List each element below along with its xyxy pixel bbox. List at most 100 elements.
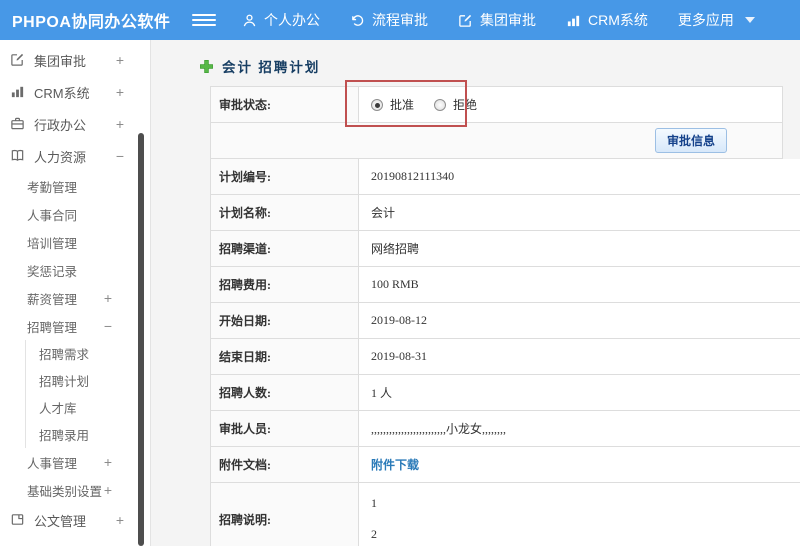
page: PHPOA协同办公软件 个人办公 流程审批 集团审批 CRM系统 更多应用 集团… — [0, 0, 800, 546]
sidebar-item-recruitment-demand[interactable]: 招聘需求 — [25, 340, 150, 367]
expand-toggle[interactable]: + — [104, 454, 112, 470]
nav-more-apps[interactable]: 更多应用 — [678, 10, 755, 30]
radio-approve-label: 批准 — [390, 98, 415, 112]
app-title: PHPOA协同办公软件 — [12, 14, 171, 31]
approval-info-button[interactable]: 审批信息 — [654, 128, 727, 153]
edit-square-icon — [10, 52, 26, 68]
radio-reject[interactable]: 拒绝 — [434, 96, 477, 113]
approval-button-row: 审批信息 — [210, 122, 783, 159]
sidebar-item-hr-contract[interactable]: 人事合同 — [0, 200, 150, 228]
user-icon — [242, 13, 257, 28]
sidebar-scrollbar[interactable] — [138, 133, 144, 546]
field-value: 会计 — [358, 194, 800, 231]
sidebar-item-document-mgmt[interactable]: 公文管理 + — [0, 504, 150, 536]
sidebar-item-talent-pool[interactable]: 人才库 — [25, 394, 150, 421]
top-navigation: 个人办公 流程审批 集团审批 CRM系统 更多应用 — [242, 10, 755, 30]
sidebar-item-label: 基础类别设置 — [27, 484, 103, 499]
sidebar-item-attendance-mgmt[interactable]: 考勤管理 — [0, 172, 150, 200]
sidebar-item-reward-punishment[interactable]: 奖惩记录 — [0, 256, 150, 284]
nav-group-approval[interactable]: 集团审批 — [458, 10, 536, 30]
field-label: 计划名称: — [210, 194, 359, 231]
radio-approve-circle[interactable] — [371, 98, 383, 111]
sidebar-item-personnel-mgmt[interactable]: 人事管理 + — [0, 448, 150, 476]
expand-toggle[interactable]: + — [116, 512, 124, 528]
main-content: 会计 招聘计划 审批状态: 批准 拒绝 审批信息 计划编号: 201908121… — [150, 40, 800, 546]
sidebar-item-base-category-settings[interactable]: 基础类别设置 + — [0, 476, 150, 504]
field-label: 招聘人数: — [210, 374, 359, 411]
field-label: 招聘渠道: — [210, 230, 359, 267]
field-label: 计划编号: — [210, 159, 359, 195]
radio-selected-dot — [375, 102, 380, 108]
sidebar-item-recruitment-mgmt[interactable]: 招聘管理 − — [0, 312, 150, 340]
nav-personal-office[interactable]: 个人办公 — [242, 10, 320, 30]
description-line: 1 — [371, 495, 377, 510]
field-label: 附件文档: — [210, 446, 359, 483]
expand-toggle[interactable]: + — [116, 116, 124, 132]
sidebar-item-label: 考勤管理 — [27, 180, 78, 195]
approval-button-cell: 审批信息 — [210, 122, 783, 159]
sidebar-item-group-approval[interactable]: 集团审批 + — [0, 44, 150, 76]
page-title-row: 会计 招聘计划 — [199, 56, 800, 76]
briefcase-icon — [10, 116, 26, 132]
recruitment-plan-detail-table: 计划编号: 20190812111340 计划名称: 会计 招聘渠道: 网络招聘… — [210, 159, 800, 546]
field-row-approvers: 审批人员: ,,,,,,,,,,,,,,,,,,,,,,,,,小龙女,,,,,,… — [210, 410, 800, 447]
approval-status-row: 审批状态: 批准 拒绝 — [210, 86, 783, 123]
sidebar-item-human-resources[interactable]: 人力资源 − — [0, 140, 150, 172]
sidebar-item-training-mgmt[interactable]: 培训管理 — [0, 228, 150, 256]
expand-toggle[interactable]: − — [104, 318, 112, 334]
page-title: 会计 招聘计划 — [222, 60, 321, 75]
sidebar-item-recruitment-plan[interactable]: 招聘计划 — [25, 367, 150, 394]
field-label: 结束日期: — [210, 338, 359, 375]
sidebar-item-label: 用车管理 — [34, 543, 86, 546]
expand-toggle[interactable]: + — [116, 52, 124, 68]
add-plus-icon[interactable] — [199, 59, 214, 74]
sidebar-item-label: 招聘计划 — [39, 375, 90, 389]
field-row-start-date: 开始日期: 2019-08-12 — [210, 302, 800, 339]
field-row-end-date: 结束日期: 2019-08-31 — [210, 338, 800, 375]
field-row-plan-name: 计划名称: 会计 — [210, 194, 800, 231]
sidebar-item-salary-mgmt[interactable]: 薪资管理 + — [0, 284, 150, 312]
field-label: 招聘说明: — [210, 482, 359, 546]
sidebar-item-label: 人力资源 — [34, 149, 87, 165]
radio-approve[interactable]: 批准 — [371, 96, 414, 113]
sidebar-item-label: 招聘需求 — [39, 348, 90, 362]
sidebar-item-vehicle-mgmt[interactable]: 用车管理 + — [0, 536, 150, 546]
sidebar-item-admin-office[interactable]: 行政办公 + — [0, 108, 150, 140]
field-value: 网络招聘 — [358, 230, 800, 267]
field-value: 20190812111340 — [358, 159, 800, 195]
sidebar-item-label: 招聘管理 — [27, 320, 78, 335]
document-icon — [10, 512, 26, 528]
nav-label: 更多应用 — [677, 12, 734, 28]
field-label: 招聘费用: — [210, 266, 359, 303]
nav-label: CRM系统 — [588, 12, 648, 28]
sidebar-item-label: 行政办公 — [34, 117, 87, 133]
radio-reject-circle[interactable] — [434, 98, 447, 111]
sidebar-item-label: 公文管理 — [34, 513, 87, 529]
process-approval-icon — [350, 13, 365, 28]
edit-square-icon — [458, 13, 473, 28]
nav-label: 流程审批 — [372, 12, 428, 28]
expand-toggle[interactable]: + — [104, 290, 112, 306]
expand-toggle[interactable]: + — [116, 84, 124, 100]
bar-chart-icon — [10, 84, 26, 100]
sidebar-item-label: 招聘录用 — [39, 429, 90, 443]
sidebar-item-crm-system[interactable]: CRM系统 + — [0, 76, 150, 108]
nav-label: 集团审批 — [480, 12, 536, 28]
field-row-description: 招聘说明: 1 2 — [210, 482, 800, 546]
radio-reject-label: 拒绝 — [453, 98, 478, 112]
hamburger-menu-icon[interactable] — [192, 14, 216, 26]
expand-toggle[interactable]: + — [104, 482, 112, 498]
field-row-recruit-channel: 招聘渠道: 网络招聘 — [210, 230, 800, 267]
nav-crm-system[interactable]: CRM系统 — [566, 10, 648, 30]
nav-process-approval[interactable]: 流程审批 — [350, 10, 428, 30]
sidebar-item-recruitment-hiring[interactable]: 招聘录用 — [25, 421, 150, 448]
attachment-download-link[interactable]: 附件下载 — [371, 458, 419, 472]
caret-down-icon — [744, 17, 755, 23]
field-value: ,,,,,,,,,,,,,,,,,,,,,,,,,小龙女,,,,,,,, — [358, 410, 800, 447]
field-value: 1 人 — [358, 374, 800, 411]
field-value: 2019-08-12 — [358, 302, 800, 339]
book-icon — [10, 148, 26, 164]
sidebar-item-label: 薪资管理 — [27, 292, 78, 307]
field-row-plan-number: 计划编号: 20190812111340 — [210, 159, 800, 195]
expand-toggle[interactable]: − — [116, 148, 124, 164]
